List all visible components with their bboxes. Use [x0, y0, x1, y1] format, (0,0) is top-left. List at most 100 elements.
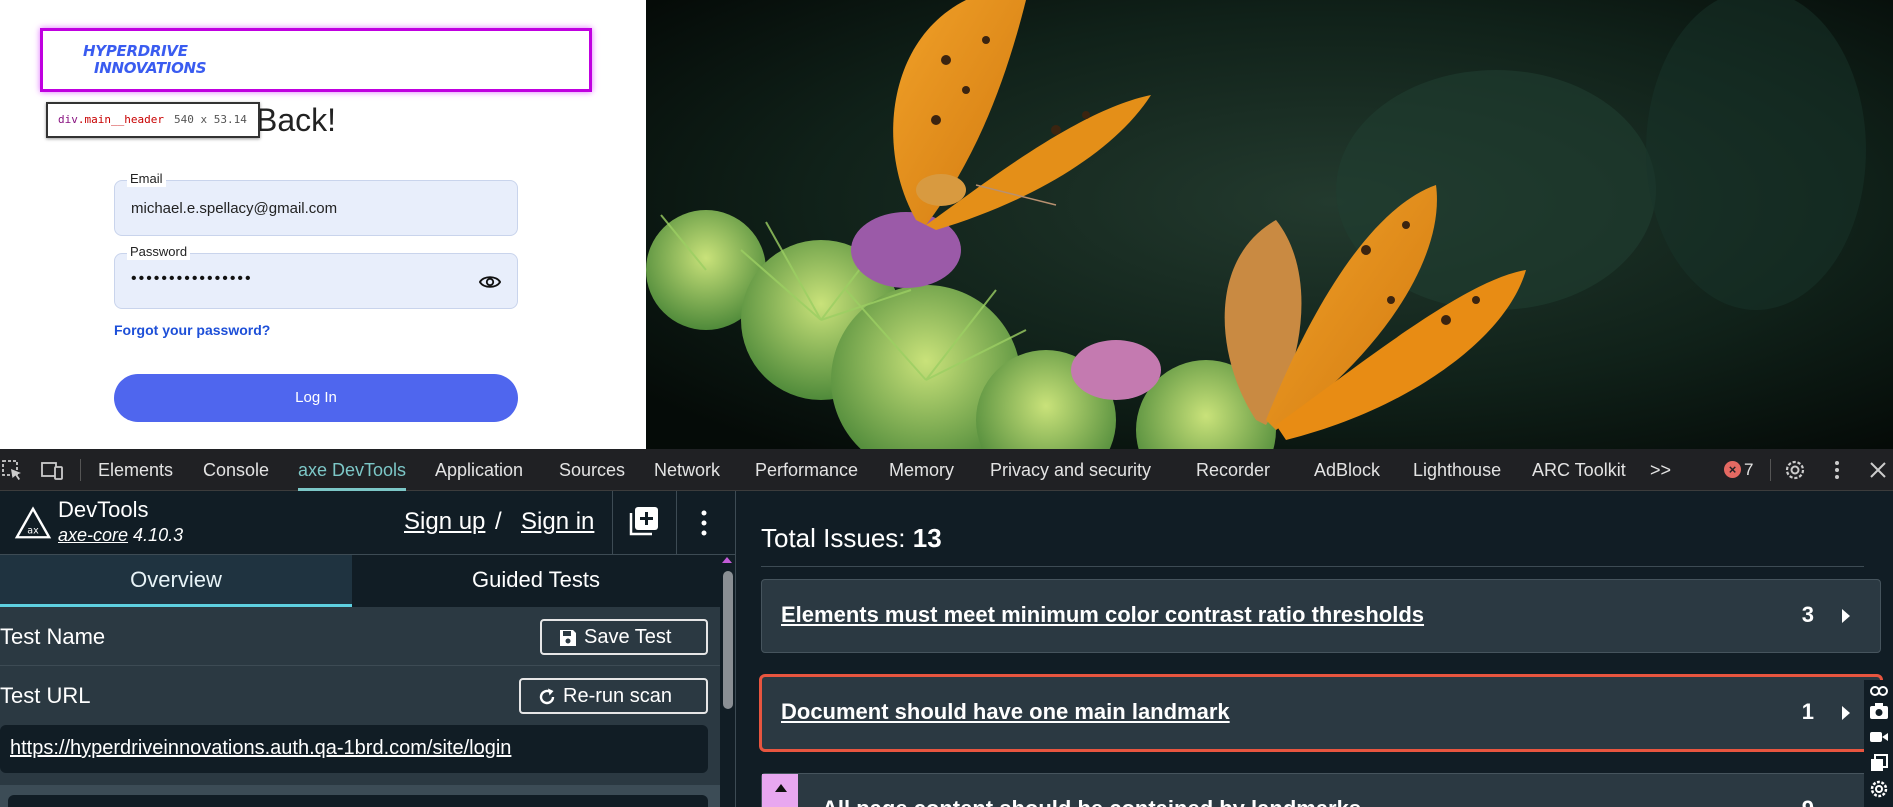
- axe-core-version-number: 4.10.3: [133, 525, 184, 545]
- axe-core-version: axe-core 4.10.3: [58, 525, 183, 546]
- axe-menu-icon[interactable]: [695, 507, 713, 539]
- total-issues: Total Issues: 13: [761, 523, 942, 554]
- expand-caret-icon[interactable]: [1842, 609, 1850, 623]
- axe-product-title: DevTools: [58, 497, 149, 522]
- tab-axe-devtools[interactable]: axe DevTools: [298, 449, 407, 491]
- issue-row-color-contrast[interactable]: Elements must meet minimum color contras…: [761, 579, 1881, 653]
- logo-line-1: HYPERDRIVE: [83, 42, 188, 60]
- test-url-label: Test URL: [0, 683, 91, 708]
- inspect-tooltip: div.main__header 540 x 53.14: [46, 102, 260, 138]
- screen: HYPERDRIVE INNOVATIONS Back! div.main__h…: [0, 0, 1893, 807]
- company-logo[interactable]: HYPERDRIVE INNOVATIONS: [83, 42, 207, 77]
- screenshot-camera-icon[interactable]: [1869, 702, 1889, 720]
- sign-up-link[interactable]: Sign up: [404, 508, 485, 536]
- error-icon: ×: [1724, 461, 1741, 478]
- welcome-heading: Back!: [256, 102, 337, 138]
- test-url-box: https://hyperdriveinnovations.auth.qa-1b…: [0, 725, 708, 773]
- issue-title[interactable]: Elements must meet minimum color contras…: [781, 602, 1424, 628]
- header-divider: [676, 491, 677, 555]
- tab-console[interactable]: Console: [203, 449, 269, 491]
- new-test-add-icon[interactable]: [628, 505, 660, 537]
- issue-count: 1: [1801, 699, 1814, 724]
- save-test-label: Save Test: [584, 626, 672, 648]
- sign-separator: /: [495, 508, 502, 535]
- issue-row-main-landmark[interactable]: Document should have one main landmark 1: [759, 674, 1883, 752]
- forgot-password-link[interactable]: Forgot your password?: [114, 322, 270, 338]
- tab-memory[interactable]: Memory: [889, 449, 954, 491]
- password-value: ••••••••••••••••: [131, 270, 253, 287]
- sign-in-link[interactable]: Sign in: [521, 508, 594, 536]
- save-floppy-icon: [560, 630, 576, 646]
- axe-header: ax DevTools axe-core 4.10.3 Sign up / Si…: [0, 491, 735, 555]
- tab-overview[interactable]: Overview: [0, 555, 352, 607]
- password-field[interactable]: Password ••••••••••••••••: [114, 244, 518, 309]
- axe-left-panel: ax DevTools axe-core 4.10.3 Sign up / Si…: [0, 491, 735, 807]
- floating-side-toolbar: [1864, 680, 1893, 807]
- show-password-eye-icon[interactable]: [479, 271, 501, 293]
- error-count: 7: [1744, 460, 1754, 479]
- tab-guided-tests[interactable]: Guided Tests: [352, 555, 720, 607]
- more-tabs-chevron-icon[interactable]: >>: [1650, 449, 1671, 491]
- login-page: HYPERDRIVE INNOVATIONS Back! div.main__h…: [0, 0, 646, 449]
- axe-tabs: Overview Guided Tests: [0, 555, 720, 607]
- re-run-scan-label: Re-run scan: [563, 685, 672, 707]
- error-count-badge[interactable]: × 7: [1724, 458, 1753, 482]
- device-toolbar-icon[interactable]: [40, 458, 64, 482]
- tab-lighthouse[interactable]: Lighthouse: [1413, 449, 1501, 491]
- logo-line-2: INNOVATIONS: [94, 59, 207, 77]
- inspect-element-icon[interactable]: [0, 458, 24, 482]
- inspect-class: .main__header: [77, 113, 164, 126]
- tab-arc-toolkit[interactable]: ARC Toolkit: [1532, 449, 1626, 491]
- svg-text:ax: ax: [27, 525, 39, 536]
- test-name-label: Test Name: [0, 624, 106, 649]
- axe-core-link[interactable]: axe-core: [58, 525, 128, 545]
- close-devtools-icon[interactable]: [1866, 458, 1890, 482]
- save-test-button[interactable]: Save Test: [540, 619, 708, 655]
- email-field[interactable]: Email michael.e.spellacy@gmail.com: [114, 171, 518, 236]
- record-video-icon[interactable]: [1869, 728, 1889, 746]
- tab-elements[interactable]: Elements: [98, 449, 173, 491]
- more-options-icon[interactable]: [1825, 458, 1849, 482]
- settings-gear-icon[interactable]: [1869, 780, 1889, 798]
- tab-recorder[interactable]: Recorder: [1196, 449, 1270, 491]
- inspect-dimensions: 540 x 53.14: [173, 113, 247, 126]
- issue-row-landmark-content[interactable]: All page content should be contained by …: [761, 773, 1881, 807]
- expand-caret-icon[interactable]: [1842, 706, 1850, 720]
- toolbar-divider: [1770, 459, 1771, 481]
- copy-icon[interactable]: [1869, 754, 1889, 772]
- impact-tag: [762, 774, 798, 807]
- devtools-tab-bar: Elements Console axe DevTools Applicatio…: [0, 449, 1893, 491]
- log-in-button[interactable]: Log In: [114, 374, 518, 422]
- tab-sources[interactable]: Sources: [559, 449, 625, 491]
- axe-logo-icon: ax: [14, 506, 52, 539]
- left-scrollbar-thumb[interactable]: [723, 571, 733, 709]
- total-issues-count: 13: [912, 523, 942, 553]
- tab-application[interactable]: Application: [435, 449, 523, 491]
- password-label: Password: [127, 244, 191, 260]
- settings-gear-icon[interactable]: [1783, 458, 1807, 482]
- hero-butterfly-image: [646, 0, 1893, 449]
- tab-privacy-and-security[interactable]: Privacy and security: [990, 449, 1151, 491]
- butterfly-photo: [646, 0, 1893, 449]
- issue-title[interactable]: Document should have one main landmark: [781, 699, 1230, 725]
- issue-count: 9: [1802, 796, 1814, 807]
- impact-arrow-icon: [775, 784, 787, 792]
- scroll-up-arrow-icon[interactable]: [722, 557, 732, 563]
- tab-network[interactable]: Network: [654, 449, 720, 491]
- re-run-scan-button[interactable]: Re-run scan: [519, 678, 708, 714]
- axe-results-panel: Total Issues: 13 Elements must meet mini…: [735, 491, 1893, 807]
- tab-performance[interactable]: Performance: [755, 449, 858, 491]
- next-section-edge: [8, 795, 708, 807]
- test-url-link[interactable]: https://hyperdriveinnovations.auth.qa-1b…: [10, 737, 511, 760]
- refresh-icon: [539, 688, 555, 705]
- total-divider: [761, 566, 1864, 567]
- inspect-tag: div: [58, 113, 78, 126]
- email-value: michael.e.spellacy@gmail.com: [131, 200, 338, 217]
- issue-title[interactable]: All page content should be contained by …: [822, 796, 1361, 807]
- email-label: Email: [127, 171, 166, 187]
- link-icon[interactable]: [1869, 682, 1889, 700]
- header-divider: [612, 491, 613, 555]
- tab-adblock[interactable]: AdBlock: [1314, 449, 1380, 491]
- total-issues-label: Total Issues:: [761, 523, 906, 553]
- toolbar-divider: [80, 459, 81, 481]
